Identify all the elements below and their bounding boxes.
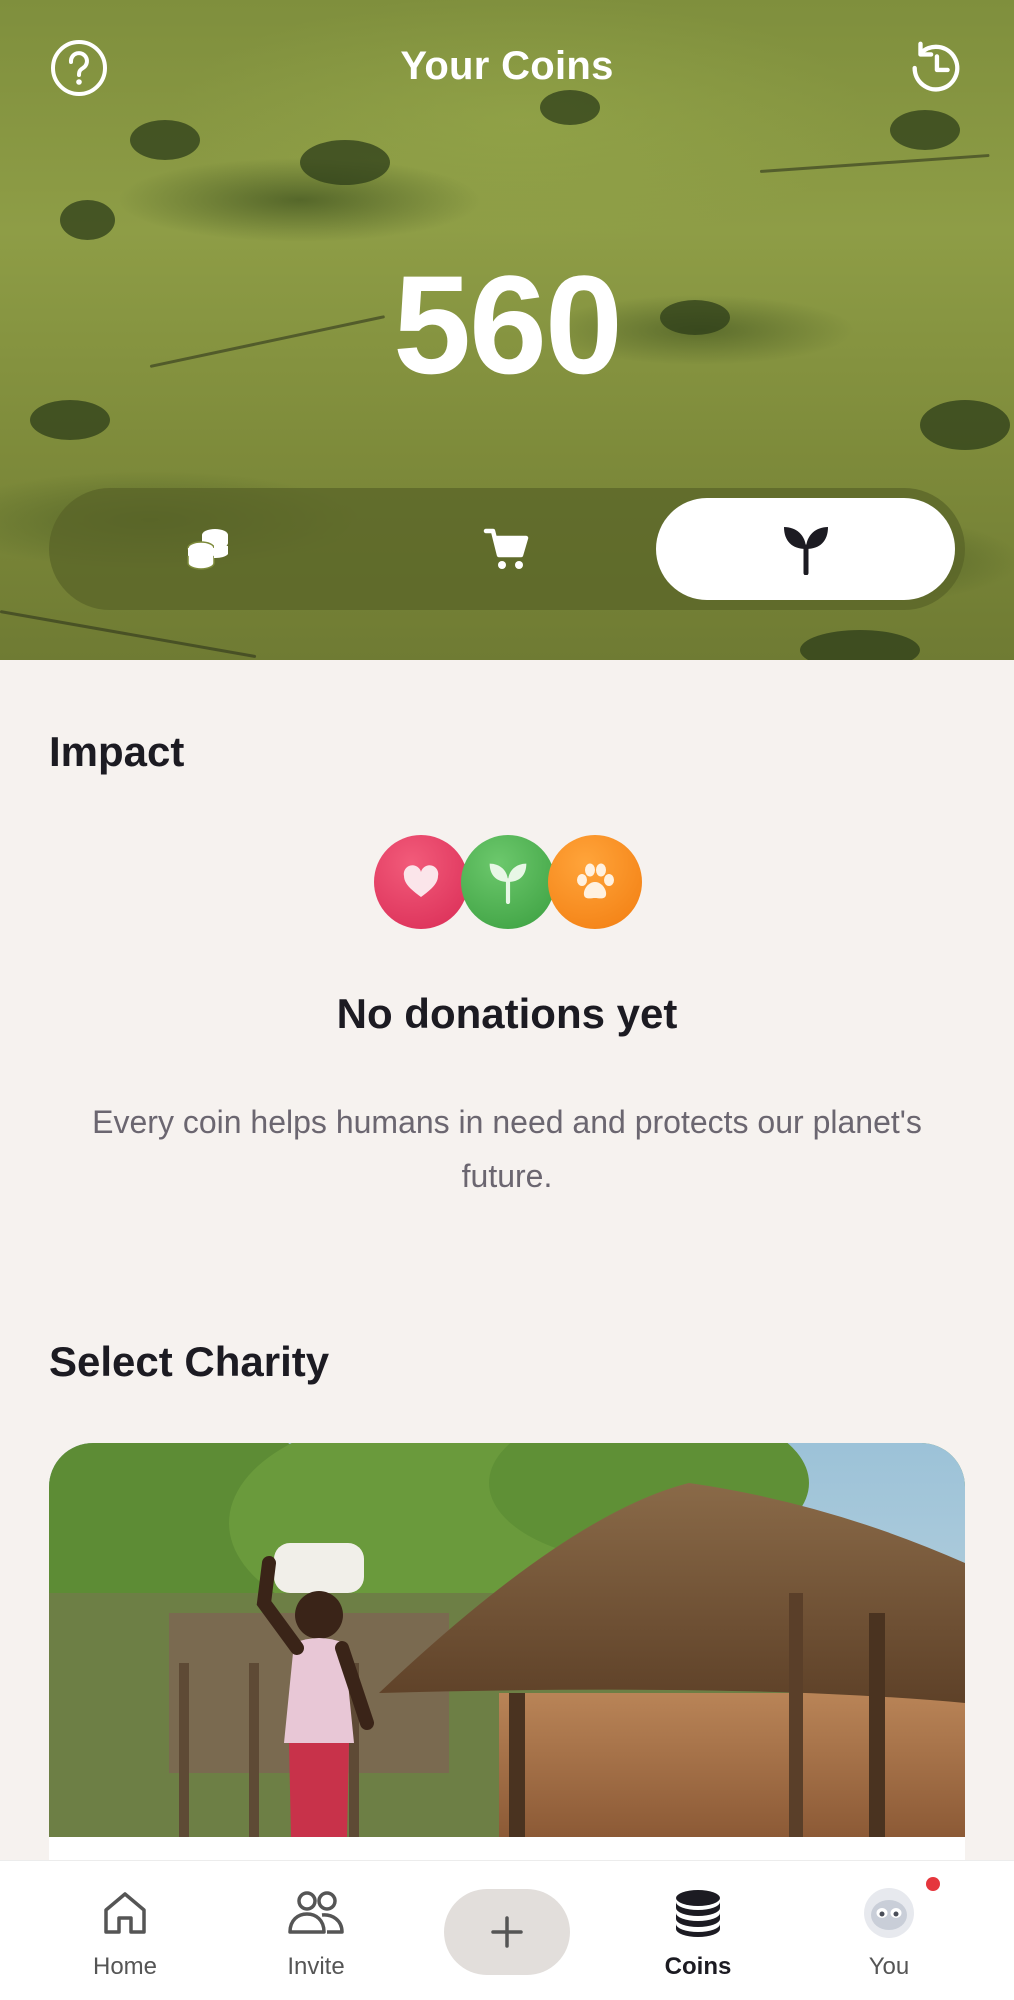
coins-stack-icon [187, 529, 229, 570]
charity-card[interactable] [49, 1443, 965, 1863]
tab-donate[interactable] [656, 498, 956, 600]
nav-invite[interactable]: Invite [246, 1881, 386, 1991]
coin-balance: 560 [393, 246, 623, 403]
nav-coins[interactable]: Coins [628, 1881, 768, 1991]
plus-icon [491, 1916, 523, 1948]
impact-category-icons [374, 835, 642, 929]
coins-segmented-control [49, 488, 965, 610]
notification-dot [926, 1877, 940, 1891]
impact-title: Impact [49, 728, 185, 775]
nav-coins-label: Coins [664, 1953, 732, 1980]
landscape-tree [300, 140, 390, 185]
landscape-track [759, 153, 990, 173]
paw-icon [577, 863, 614, 899]
shopping-cart-icon [483, 528, 529, 569]
nav-you-label: You [868, 1953, 910, 1980]
landscape-tree [920, 400, 1010, 450]
landscape-tree [30, 400, 110, 440]
tab-shop[interactable] [358, 498, 657, 600]
landscape-tree [890, 110, 960, 150]
tab-earn-coins[interactable] [59, 498, 358, 600]
nav-invite-label: Invite [287, 1953, 345, 1980]
sprout-icon [489, 863, 527, 904]
sprout-icon [783, 527, 828, 575]
landscape-tree [60, 200, 115, 240]
empty-state-description: Every coin helps humans in need and prot… [92, 1104, 922, 1194]
history-button[interactable] [905, 38, 965, 98]
history-clock-icon [912, 41, 960, 92]
coins-hero: Your Coins 560 [0, 0, 1014, 660]
sprout-badge [461, 835, 555, 929]
heart-badge [374, 835, 468, 929]
coins-stack-icon [676, 1890, 720, 1937]
landscape-tree [540, 90, 600, 125]
add-button[interactable] [444, 1889, 570, 1975]
landscape-tree [130, 120, 200, 160]
paw-badge [548, 835, 642, 929]
nav-home[interactable]: Home [55, 1881, 195, 1991]
charity-photo [49, 1443, 965, 1837]
nav-home-label: Home [92, 1953, 158, 1980]
people-icon [288, 1891, 344, 1934]
home-icon [104, 1892, 146, 1934]
landscape-track [0, 610, 257, 659]
charity-photo-illustration [49, 1443, 965, 1837]
nav-you[interactable]: You [819, 1881, 959, 1991]
heart-icon [403, 865, 439, 897]
avatar-icon [864, 1888, 914, 1938]
empty-state-title: No donations yet [336, 990, 678, 1037]
bottom-navigation: Home Invite Coins You [0, 1860, 1014, 2000]
select-charity-title: Select Charity [49, 1338, 330, 1385]
landscape-tree [800, 630, 920, 660]
page-title: Your Coins [400, 44, 614, 88]
